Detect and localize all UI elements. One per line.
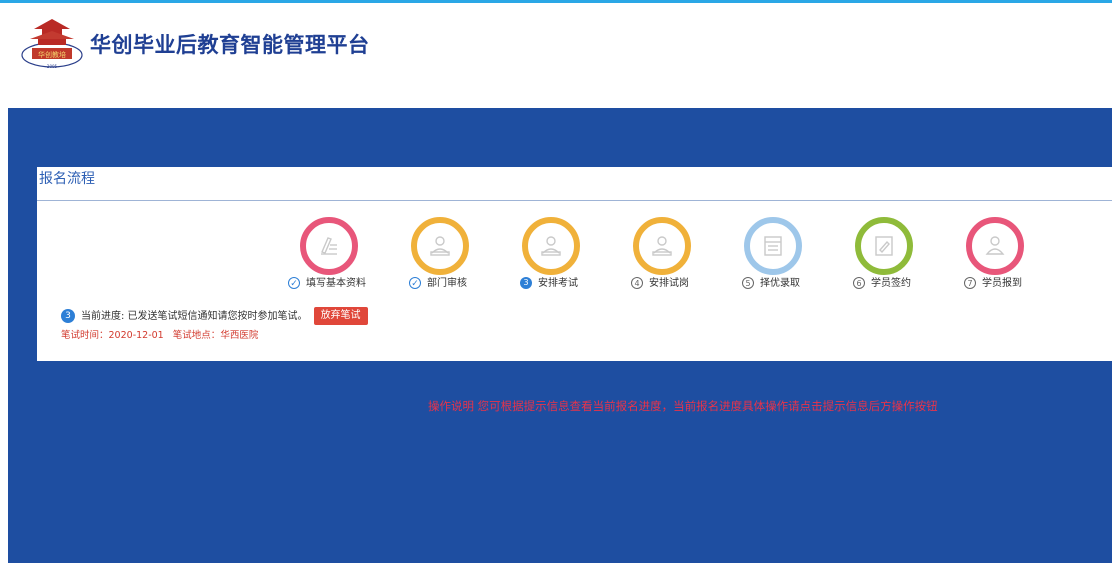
step-label: 择优录取: [760, 278, 800, 289]
exam-info: 笔试时间：2020-12-01 笔试地点：华西医院: [61, 327, 258, 341]
registration-process-panel: 报名流程 ✓ 填写基本资料 ✓ 部门审核 3 安排考试 4 安排试岗 5 择优录取: [37, 167, 1112, 361]
pagoda-logo-icon[interactable]: 华创教培 2005: [20, 11, 84, 71]
step-label: 学员签约: [871, 278, 911, 289]
pen-document-icon: [300, 217, 358, 275]
operation-note: 操作说明 您可根据提示信息查看当前报名进度，当前报名进度具体操作请点击提示信息后…: [428, 399, 938, 413]
exam-time-label: 笔试时间：: [61, 330, 109, 341]
step-label: 安排试岗: [649, 278, 689, 289]
progress-step-badge: 3: [61, 309, 75, 323]
reviewer-icon: [633, 217, 691, 275]
step-number-badge: 3: [520, 277, 532, 289]
progress-text: 当前进度: 已发送笔试短信通知请您按时参加笔试。: [81, 311, 308, 322]
current-progress: 3 当前进度: 已发送笔试短信通知请您按时参加笔试。 放弃笔试: [61, 307, 368, 325]
check-circle-icon: ✓: [288, 277, 300, 289]
step-number-badge: 7: [964, 277, 976, 289]
step-student-report: 7 学员报到: [928, 212, 1058, 292]
notice-icon: [744, 217, 802, 275]
panel-title: 报名流程: [39, 171, 95, 187]
reviewer-icon: [522, 217, 580, 275]
abandon-exam-button[interactable]: 放弃笔试: [313, 307, 368, 325]
panel-divider: [37, 200, 1112, 201]
site-title: 华创毕业后教育智能管理平台: [90, 33, 370, 57]
exam-time-value: 2020-12-01: [108, 330, 164, 341]
svg-text:华创教培: 华创教培: [38, 50, 66, 59]
reviewer-icon: [411, 217, 469, 275]
step-label: 学员报到: [982, 278, 1022, 289]
header: 华创教培 2005 华创毕业后教育智能管理平台: [0, 3, 1112, 107]
step-number-badge: 4: [631, 277, 643, 289]
step-number-badge: 6: [853, 277, 865, 289]
contract-icon: [855, 217, 913, 275]
step-number-badge: 5: [742, 277, 754, 289]
check-circle-icon: ✓: [409, 277, 421, 289]
exam-place-value: 华西医院: [220, 330, 259, 341]
svg-text:2005: 2005: [47, 64, 58, 69]
step-label: 部门审核: [427, 278, 467, 289]
step-label: 安排考试: [538, 278, 578, 289]
user-icon: [966, 217, 1024, 275]
exam-place-label: 笔试地点：: [172, 330, 221, 341]
step-label: 填写基本资料: [306, 278, 366, 289]
